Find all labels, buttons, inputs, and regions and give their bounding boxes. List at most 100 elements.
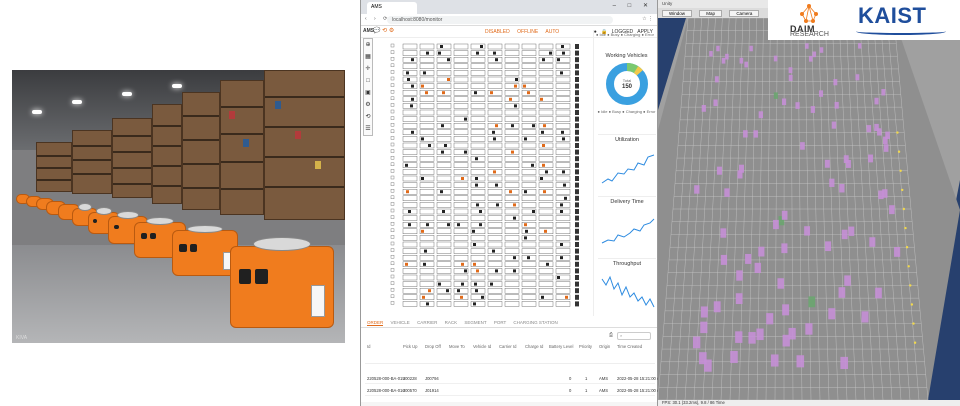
rack-cell[interactable]: [487, 221, 503, 228]
rack-cell[interactable]: [521, 268, 537, 274]
rack-cell[interactable]: [555, 175, 571, 182]
sim-robot[interactable]: [889, 205, 895, 215]
vehicle-marker[interactable]: [513, 256, 516, 260]
sim-robot[interactable]: [716, 45, 720, 52]
rack-cell[interactable]: [470, 254, 486, 261]
rack-cell[interactable]: [419, 241, 435, 248]
rack-cell[interactable]: [402, 129, 418, 136]
rack-cell[interactable]: [487, 109, 503, 116]
rack-cell[interactable]: [487, 254, 503, 261]
rack-cell[interactable]: [402, 136, 418, 142]
rack-cell[interactable]: [402, 43, 418, 50]
vehicle-marker[interactable]: [495, 183, 498, 187]
rack-cell[interactable]: [504, 109, 520, 116]
rack-cell[interactable]: [436, 116, 452, 122]
vehicle-marker[interactable]: [464, 117, 467, 121]
vehicle-marker[interactable]: [514, 104, 517, 108]
rack-cell[interactable]: [453, 287, 469, 294]
sim-robot[interactable]: [700, 306, 708, 318]
rack-cell[interactable]: [402, 215, 418, 221]
simulation-viewport[interactable]: [658, 0, 960, 406]
rack-cell[interactable]: [436, 155, 452, 162]
rack-cell[interactable]: [487, 261, 503, 268]
rack-cell[interactable]: [402, 175, 418, 182]
vehicle-marker[interactable]: [549, 51, 552, 55]
rack-cell[interactable]: [402, 228, 418, 235]
sim-robot[interactable]: [749, 45, 753, 52]
vehicle-marker[interactable]: [473, 262, 476, 266]
rack-cell[interactable]: [538, 221, 554, 228]
rack-cell[interactable]: [487, 83, 503, 89]
rack-cell[interactable]: [436, 195, 452, 202]
rack-cell[interactable]: [504, 294, 520, 301]
grid-port-marker[interactable]: [390, 248, 395, 252]
rack-cell[interactable]: [487, 287, 503, 294]
grid-port-marker[interactable]: [390, 188, 395, 193]
vehicle-marker[interactable]: [408, 223, 411, 227]
rack-cell[interactable]: [538, 268, 554, 274]
sim-robot[interactable]: [714, 76, 719, 83]
rack-cell[interactable]: [470, 169, 486, 175]
vehicle-marker[interactable]: [442, 210, 445, 213]
rack-cell[interactable]: [504, 63, 520, 69]
rack-cell[interactable]: [521, 103, 537, 109]
vehicle-marker[interactable]: [560, 71, 563, 75]
rack-cell[interactable]: [504, 215, 520, 221]
sim-robot[interactable]: [738, 164, 745, 173]
vehicle-marker[interactable]: [411, 84, 414, 88]
rack-cell[interactable]: [538, 274, 554, 281]
grid-port-marker[interactable]: [390, 70, 395, 74]
sim-robot[interactable]: [725, 53, 729, 60]
sim-robot[interactable]: [818, 90, 824, 97]
sim-robot[interactable]: [743, 130, 748, 138]
rack-cell[interactable]: [521, 294, 537, 301]
rack-cell[interactable]: [436, 109, 452, 116]
rack-cell[interactable]: [402, 202, 418, 208]
sim-robot[interactable]: [819, 47, 824, 53]
rack-cell[interactable]: [504, 254, 520, 261]
vehicle-marker[interactable]: [543, 190, 546, 194]
toolbar-reset-icon[interactable]: ⟲: [364, 111, 372, 123]
rack-cell[interactable]: [436, 215, 452, 221]
rack-cell[interactable]: [453, 254, 469, 261]
rack-cell[interactable]: [504, 142, 520, 149]
rack-cell[interactable]: [419, 70, 435, 76]
rack-cell[interactable]: [504, 90, 520, 96]
rack-cell[interactable]: [504, 182, 520, 188]
rack-cell[interactable]: [521, 301, 537, 307]
vehicle-marker[interactable]: [457, 289, 460, 293]
rack-cell[interactable]: [436, 70, 452, 76]
rack-cell[interactable]: [470, 149, 486, 155]
grid-port-marker[interactable]: [390, 122, 395, 127]
rack-cell[interactable]: [487, 188, 503, 195]
toolbar-zoom-icon[interactable]: ⊕: [364, 39, 372, 51]
rack-cell[interactable]: [453, 221, 469, 228]
rack-cell[interactable]: [504, 301, 520, 307]
vehicle-marker[interactable]: [509, 97, 512, 101]
tab-rack[interactable]: RACK: [445, 320, 458, 325]
rack-cell[interactable]: [419, 268, 435, 274]
rack-cell[interactable]: [555, 63, 571, 69]
vehicle-marker[interactable]: [464, 269, 467, 273]
rack-cell[interactable]: [538, 215, 554, 221]
sim-robot[interactable]: [701, 104, 706, 112]
rack-cell[interactable]: [470, 281, 486, 287]
vehicle-marker[interactable]: [545, 170, 548, 174]
grid-port-marker[interactable]: [390, 103, 395, 107]
vehicle-marker[interactable]: [524, 223, 527, 227]
rack-cell[interactable]: [436, 268, 452, 274]
vehicle-marker[interactable]: [461, 177, 464, 180]
rack-cell[interactable]: [453, 122, 469, 129]
sim-robot[interactable]: [773, 55, 778, 62]
sim-robot[interactable]: [810, 106, 815, 113]
rack-cell[interactable]: [504, 281, 520, 287]
rack-cell[interactable]: [538, 202, 554, 208]
vehicle-marker[interactable]: [447, 78, 450, 81]
rack-cell[interactable]: [487, 208, 503, 215]
rack-cell[interactable]: [521, 169, 537, 175]
vehicle-marker[interactable]: [515, 78, 518, 81]
grid-port-marker[interactable]: [390, 116, 395, 120]
rack-cell[interactable]: [521, 129, 537, 136]
vehicle-marker[interactable]: [479, 210, 482, 213]
rack-cell[interactable]: [521, 274, 537, 281]
